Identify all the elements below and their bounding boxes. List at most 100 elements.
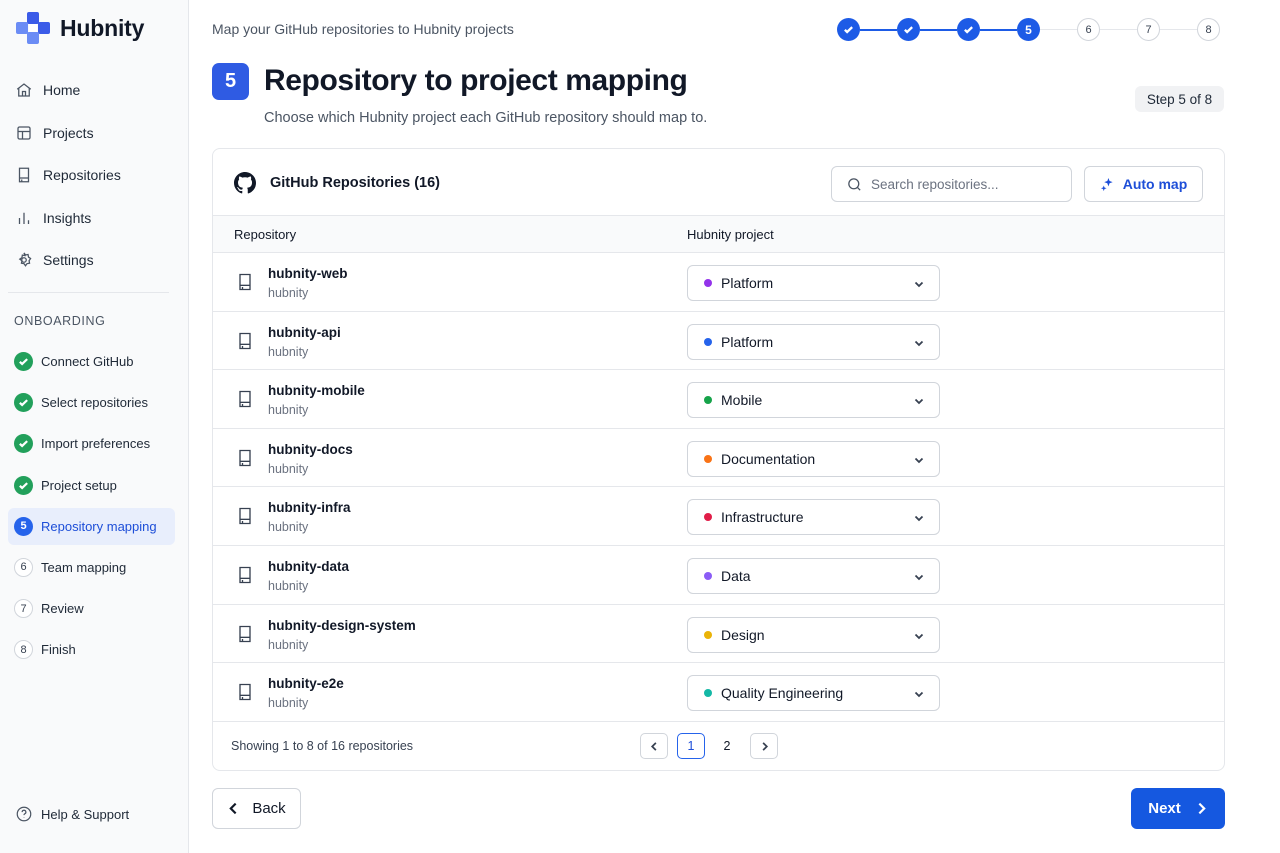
column-header-repository: Repository: [234, 227, 297, 242]
repository-icon: [239, 449, 251, 466]
next-button[interactable]: Next: [1131, 788, 1225, 829]
progress-connector: [860, 28, 897, 31]
onboarding-step-select-repositories[interactable]: Select repositories: [8, 384, 175, 421]
table-header: Repository Hubnity project: [213, 216, 1224, 253]
progress-connector: [1100, 29, 1137, 30]
progress-connector: [1040, 29, 1077, 30]
repository-name: hubnity-data: [268, 558, 349, 574]
table-row: hubnity-design-system hubnity Design: [213, 605, 1224, 664]
repository-owner: hubnity: [268, 520, 309, 535]
nav-item-settings[interactable]: Settings: [0, 239, 189, 282]
step-count-badge: Step 5 of 8: [1135, 86, 1224, 112]
project-color-dot: [704, 279, 712, 287]
nav-label: Projects: [43, 124, 94, 141]
onboarding-step-finish[interactable]: 8 Finish: [8, 631, 175, 668]
repository-icon: [239, 508, 251, 525]
step-label: Review: [41, 601, 84, 617]
progress-step-pending: 8: [1197, 18, 1220, 41]
onboarding-step-repository-mapping[interactable]: 5 Repository mapping: [8, 507, 175, 545]
repository-name: hubnity-e2e: [268, 676, 344, 692]
repository-name: hubnity-infra: [268, 500, 351, 516]
repository-name: hubnity-design-system: [268, 617, 416, 633]
step-number-badge: 6: [14, 557, 33, 577]
search-input[interactable]: [871, 176, 1061, 192]
progress-connector: [980, 28, 1017, 31]
github-icon: [234, 172, 256, 194]
help-label: Help & Support: [41, 806, 130, 822]
onboarding-step-import-preferences[interactable]: Import preferences: [8, 425, 175, 462]
repository-icon: [239, 332, 251, 349]
chevron-left-icon: [650, 741, 656, 751]
onboarding-step-project-setup[interactable]: Project setup: [8, 467, 175, 504]
step-label: Select repositories: [41, 395, 148, 411]
pagination-prev-button[interactable]: [640, 733, 668, 759]
nav-item-projects[interactable]: Projects: [0, 112, 189, 155]
brand[interactable]: Hubnity: [16, 12, 144, 44]
project-select[interactable]: Platform: [687, 265, 940, 301]
project-select-value: Quality Engineering: [721, 685, 844, 702]
chevron-down-icon: [914, 692, 924, 698]
progress-step-done-icon: [837, 18, 860, 41]
chevron-down-icon: [914, 633, 924, 639]
project-color-dot: [704, 630, 712, 639]
project-color-dot: [704, 571, 712, 580]
pagination-next-button[interactable]: [750, 733, 778, 759]
table-row: hubnity-docs hubnity Documentation: [213, 429, 1224, 488]
help-support-link[interactable]: Help & Support: [15, 805, 129, 823]
project-select-value: Documentation: [721, 450, 816, 467]
repository-name: hubnity-mobile: [268, 383, 365, 399]
step-label: Connect GitHub: [41, 354, 134, 369]
pagination-page-2[interactable]: 2: [713, 733, 741, 759]
project-select[interactable]: Infrastructure: [687, 499, 940, 536]
nav-item-home[interactable]: Home: [0, 69, 189, 112]
chevron-down-icon: [914, 457, 924, 464]
repository-icon: [239, 391, 251, 408]
table-row: hubnity-data hubnity Data: [213, 546, 1224, 605]
auto-map-label: Auto map: [1122, 176, 1188, 192]
repository-name: hubnity-docs: [268, 441, 353, 457]
nav-item-insights[interactable]: Insights: [0, 197, 189, 240]
auto-map-button[interactable]: Auto map: [1084, 166, 1203, 202]
step-label: Repository mapping: [41, 518, 157, 534]
step-label: Team mapping: [41, 559, 127, 575]
repository-table-body: hubnity-web hubnity Platform hubnity-api hub…: [213, 253, 1224, 722]
sparkle-icon: [1100, 177, 1113, 191]
project-color-dot: [704, 396, 712, 405]
nav-item-repositories[interactable]: Repositories: [0, 154, 189, 197]
table-row: hubnity-e2e hubnity Quality Engineering: [213, 663, 1224, 722]
onboarding-step-team-mapping[interactable]: 6 Team mapping: [8, 549, 175, 586]
step-label: Finish: [41, 642, 76, 658]
nav-label: Repositories: [43, 167, 121, 184]
page-description: Choose which Hubnity project each GitHub…: [264, 110, 708, 126]
back-button[interactable]: Back: [212, 788, 301, 829]
check-circle-icon: [14, 393, 33, 413]
search-box: [831, 166, 1072, 202]
project-select[interactable]: Design: [687, 616, 940, 653]
pagination-page-1[interactable]: 1: [677, 733, 705, 759]
project-select[interactable]: Quality Engineering: [687, 675, 940, 712]
progress-connector: [1160, 29, 1197, 30]
check-circle-icon: [14, 475, 33, 495]
repository-owner: hubnity: [268, 578, 309, 593]
repository-owner: hubnity: [268, 637, 309, 652]
back-label: Back: [252, 800, 286, 817]
table-row: hubnity-api hubnity Platform: [213, 312, 1224, 371]
chevron-down-icon: [914, 281, 924, 288]
repository-icon: [239, 625, 251, 642]
project-select[interactable]: Platform: [687, 323, 940, 360]
onboarding-step-review[interactable]: 7 Review: [8, 590, 175, 627]
page-title: Repository to project mapping: [264, 64, 688, 97]
project-select[interactable]: Mobile: [687, 382, 940, 419]
project-color-dot: [704, 689, 712, 698]
card-footer: Showing 1 to 8 of 16 repositories 1 2: [213, 722, 1224, 770]
project-select[interactable]: Data: [687, 557, 940, 594]
project-select[interactable]: Documentation: [687, 440, 940, 477]
check-circle-icon: [14, 434, 33, 454]
repository-icon: [239, 566, 251, 584]
repository-name: hubnity-web: [268, 266, 348, 281]
search-icon: [848, 177, 861, 191]
repository-icon: [18, 167, 30, 183]
onboarding-step-connect-github[interactable]: Connect GitHub: [8, 343, 175, 380]
repositories-card: GitHub Repositories (16) Auto map Reposi…: [212, 148, 1225, 771]
repository-name: hubnity-api: [268, 324, 341, 340]
